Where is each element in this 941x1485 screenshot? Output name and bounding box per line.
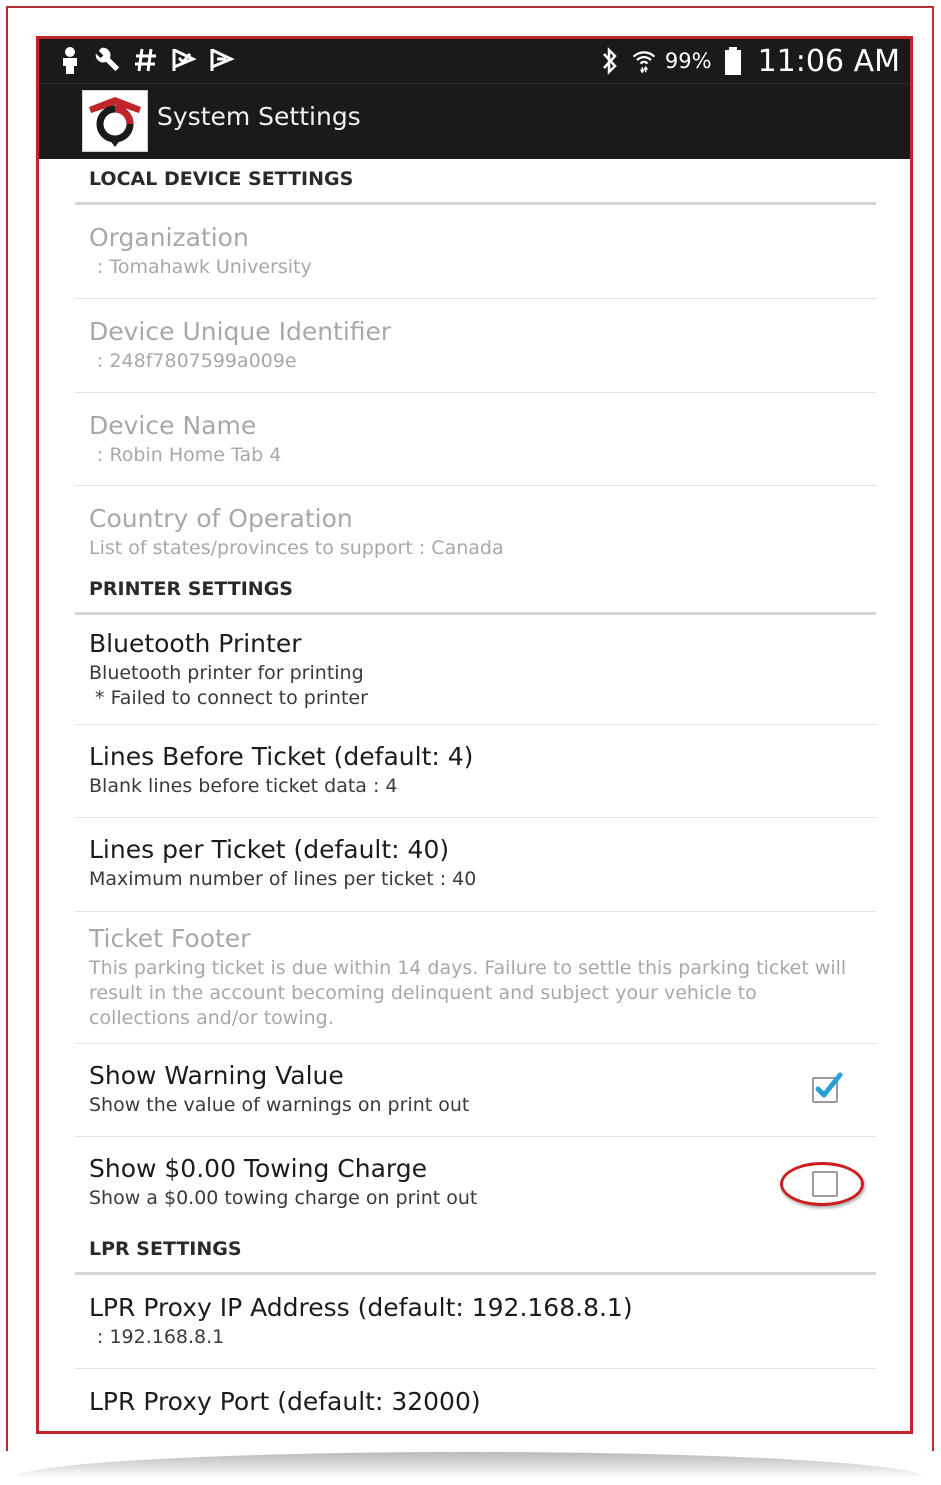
pref-lpr-proxy-port[interactable]: LPR Proxy Port (default: 32000) <box>75 1369 876 1429</box>
bluetooth-icon <box>597 46 623 76</box>
frame-shadow <box>14 1452 926 1478</box>
pref-show-towing-charge[interactable]: Show $0.00 Towing Charge Show a $0.00 to… <box>75 1137 876 1230</box>
section-header-label: PRINTER SETTINGS <box>89 578 293 600</box>
pref-summary: Show the value of warnings on print out <box>89 1094 470 1116</box>
printer-connection-status: * Failed to connect to printer <box>89 687 368 709</box>
pref-lpr-proxy-ip[interactable]: LPR Proxy IP Address (default: 192.168.8… <box>75 1275 876 1369</box>
pref-device-name[interactable]: Device Name : Robin Home Tab 4 <box>75 393 876 486</box>
pref-title: Ticket Footer <box>89 924 251 953</box>
pref-summary: : 192.168.8.1 <box>97 1326 225 1348</box>
pref-lines-before-ticket[interactable]: Lines Before Ticket (default: 4) Blank l… <box>75 725 876 818</box>
pref-summary: Show a $0.00 towing charge on print out <box>89 1187 478 1209</box>
pref-bluetooth-printer[interactable]: Bluetooth Printer Bluetooth printer for … <box>75 615 876 725</box>
pref-summary: List of states/provinces to support : Ca… <box>89 537 504 559</box>
pref-title: Bluetooth Printer <box>89 629 302 658</box>
app-logo-icon[interactable] <box>82 90 148 152</box>
pref-lines-per-ticket[interactable]: Lines per Ticket (default: 40) Maximum n… <box>75 818 876 912</box>
pref-summary: Blank lines before ticket data : 4 <box>89 775 398 797</box>
pref-title: Show Warning Value <box>89 1061 344 1090</box>
section-header-local: LOCAL DEVICE SETTINGS <box>75 159 876 205</box>
pref-summary: : 248f7807599a009e <box>97 350 297 372</box>
pref-device-unique-identifier[interactable]: Device Unique Identifier : 248f7807599a0… <box>75 299 876 393</box>
section-header-lpr: LPR SETTINGS <box>75 1230 876 1275</box>
pref-country-of-operation[interactable]: Country of Operation List of states/prov… <box>75 486 876 574</box>
pref-title: LPR Proxy Port (default: 32000) <box>89 1387 481 1416</box>
flag-arrow-icon <box>209 45 235 75</box>
wifi-icon <box>631 46 657 76</box>
pref-summary: Bluetooth printer for printing <box>89 662 364 684</box>
notification-icons <box>57 45 235 75</box>
pref-title: Lines Before Ticket (default: 4) <box>89 742 474 771</box>
pref-summary: : Robin Home Tab 4 <box>97 444 282 466</box>
pref-title: Device Name <box>89 411 257 440</box>
show-warning-checkbox[interactable] <box>812 1072 843 1103</box>
flag-check-icon <box>171 45 197 75</box>
pref-summary: This parking ticket is due within 14 day… <box>89 957 847 1029</box>
clock: 11:06 AM <box>757 43 900 79</box>
section-header-printer: PRINTER SETTINGS <box>75 574 876 615</box>
person-icon <box>57 45 83 75</box>
status-bar: 99% 11:06 AM <box>39 39 910 83</box>
pref-title: Device Unique Identifier <box>89 317 392 346</box>
pref-summary: Maximum number of lines per ticket : 40 <box>89 868 477 890</box>
action-bar: System Settings <box>39 83 910 159</box>
section-header-label: LPR SETTINGS <box>89 1238 242 1260</box>
hash-icon <box>133 45 159 75</box>
pref-title: Lines per Ticket (default: 40) <box>89 835 450 864</box>
pref-show-warning-value[interactable]: Show Warning Value Show the value of war… <box>75 1044 876 1137</box>
pref-organization[interactable]: Organization : Tomahawk University <box>75 205 876 299</box>
checkmark-icon <box>815 1072 843 1098</box>
pref-summary: : Tomahawk University <box>97 256 312 278</box>
section-header-label: LOCAL DEVICE SETTINGS <box>89 168 354 190</box>
battery-icon <box>720 46 746 76</box>
pref-title: LPR Proxy IP Address (default: 192.168.8… <box>89 1293 633 1322</box>
battery-percent: 99% <box>664 49 712 73</box>
system-status: 99% 11:06 AM <box>597 41 900 81</box>
wrench-icon <box>95 45 121 75</box>
annotation-highlight <box>780 1162 864 1206</box>
device-screen: 99% 11:06 AM System Settings LOCAL DEVIC… <box>36 36 913 1434</box>
pref-title: Country of Operation <box>89 504 353 533</box>
pref-ticket-footer[interactable]: Ticket Footer This parking ticket is due… <box>75 912 876 1044</box>
pref-title: Show $0.00 Towing Charge <box>89 1154 428 1183</box>
settings-list: LOCAL DEVICE SETTINGS Organization : Tom… <box>39 159 910 1429</box>
page-title: System Settings <box>157 102 361 131</box>
pref-title: Organization <box>89 223 249 252</box>
